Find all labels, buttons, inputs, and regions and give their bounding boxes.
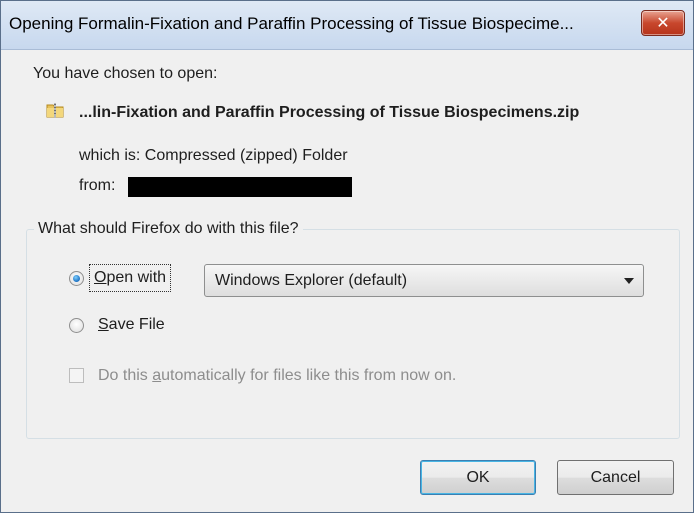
- auto-checkbox-label[interactable]: Do this automatically for files like thi…: [98, 367, 456, 385]
- open-with-text: pen with: [106, 269, 167, 286]
- file-name: ...lin-Fixation and Paraffin Processing …: [79, 104, 580, 121]
- title-bar[interactable]: Opening Formalin-Fixation and Paraffin P…: [1, 1, 693, 50]
- close-button[interactable]: ✕: [641, 10, 685, 36]
- action-groupbox: [26, 229, 680, 439]
- auto-text-after: utomatically for files like this from no…: [161, 367, 457, 384]
- intro-text: You have chosen to open:: [33, 65, 218, 82]
- save-file-label[interactable]: Save File: [98, 316, 165, 334]
- auto-mnemonic: a: [152, 367, 162, 384]
- auto-checkbox[interactable]: [69, 368, 84, 383]
- redacted-source: [128, 177, 352, 197]
- window-title: Opening Formalin-Fixation and Paraffin P…: [9, 14, 574, 33]
- save-file-text: ave File: [108, 316, 165, 333]
- group-label: What should Firefox do with this file?: [34, 220, 303, 238]
- ok-button[interactable]: OK: [420, 460, 536, 495]
- save-file-radio[interactable]: [69, 318, 84, 333]
- open-with-label[interactable]: Open with: [88, 264, 172, 292]
- open-with-mnemonic: O: [94, 269, 107, 286]
- application-select[interactable]: Windows Explorer (default): [204, 264, 644, 297]
- open-with-radio[interactable]: [69, 271, 84, 286]
- zipped-folder-icon: [46, 103, 64, 118]
- application-select-value: Windows Explorer (default): [215, 272, 408, 289]
- file-type: which is: Compressed (zipped) Folder: [79, 147, 348, 164]
- cancel-button[interactable]: Cancel: [557, 460, 674, 495]
- file-source-label: from:: [79, 177, 116, 194]
- auto-text-before: Do this: [98, 367, 153, 384]
- close-icon: ✕: [656, 13, 670, 32]
- file-open-dialog: Opening Formalin-Fixation and Paraffin P…: [0, 0, 694, 513]
- save-file-mnemonic: S: [98, 316, 109, 333]
- chevron-down-icon: [624, 278, 634, 284]
